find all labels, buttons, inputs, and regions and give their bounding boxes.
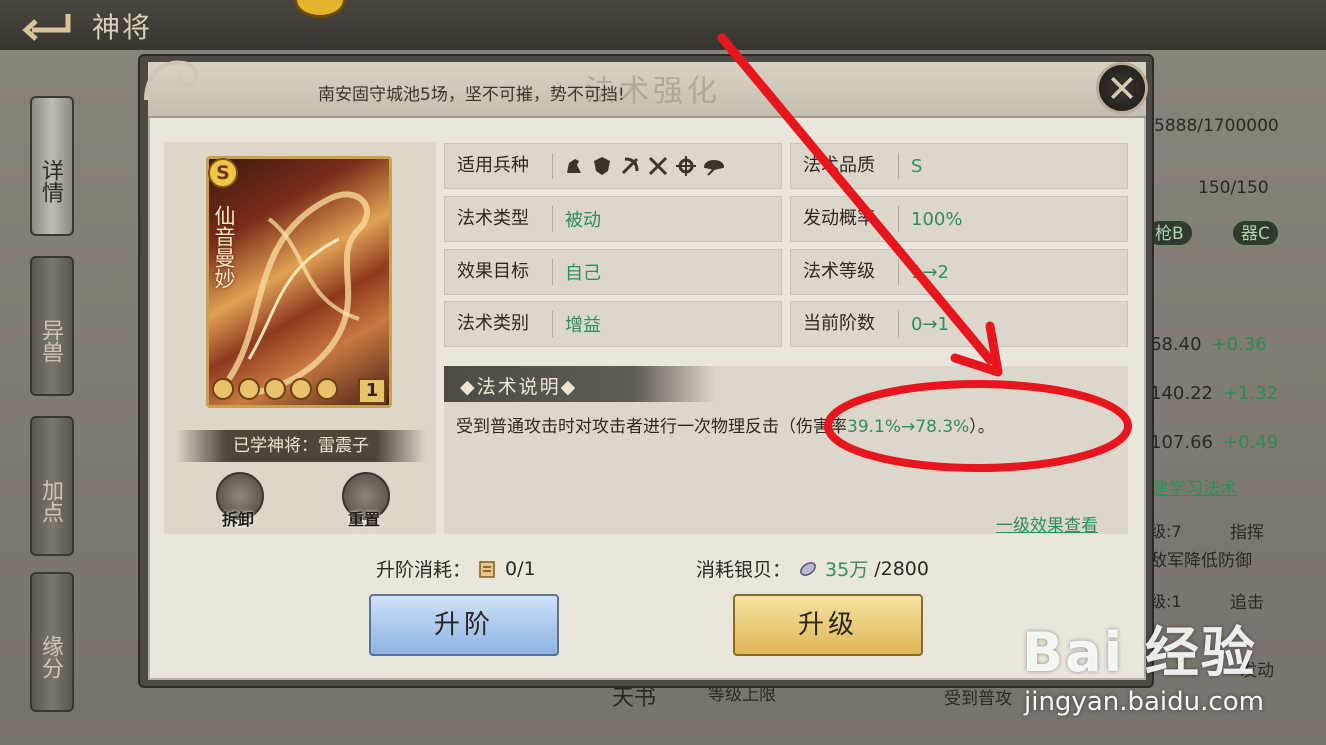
attr-trigger-rate: 发动概率 100% — [790, 196, 1128, 242]
stat-row: 140.22 +1.32 — [1150, 369, 1300, 418]
silver-shell-icon — [800, 561, 816, 576]
silver-cost-label: 消耗银贝： — [696, 559, 792, 581]
description-title-text: 法术说明 — [476, 376, 561, 398]
attr-label: 效果目标 — [445, 259, 553, 285]
stat-value: 140.22 — [1150, 383, 1213, 404]
screen-title: 神将 — [92, 11, 153, 44]
attr-value: 增益 — [565, 315, 601, 336]
description-title: ◆法术说明◆ — [460, 376, 578, 398]
description-suffix: ）。 — [969, 417, 995, 437]
tab-fate[interactable]: 缘分 — [30, 572, 74, 712]
advance-cost: 升阶消耗： 0/1 — [376, 555, 536, 582]
fan-icon — [703, 160, 725, 176]
shield-icon — [594, 157, 610, 175]
tab-beast[interactable]: 异兽 — [30, 256, 74, 396]
attr-value: S — [911, 155, 923, 177]
troop-icons — [553, 155, 725, 177]
attr-target: 效果目标 自己 — [444, 249, 782, 295]
attr-label: 法术类别 — [445, 311, 553, 337]
rank-star-icon — [316, 378, 338, 400]
rank-star-icon — [290, 378, 312, 400]
description-text: 受到普通攻击时对攻击者进行一次物理反击（伤害率39.1%→78.3%）。 — [456, 412, 1116, 437]
attr-quality: 法术品质 S — [790, 143, 1128, 189]
skill-note: 级:7 — [1150, 522, 1182, 541]
stat-delta: +1.32 — [1222, 383, 1279, 404]
stat-delta: +0.49 — [1222, 432, 1279, 453]
attr-troops: 适用兵种 — [444, 143, 782, 189]
dragon-ornament-icon — [144, 60, 199, 101]
attr-label: 法术类型 — [445, 206, 553, 232]
attr-label: 发动概率 — [791, 206, 899, 232]
advance-cost-value: 0/1 — [505, 557, 536, 580]
grade-badge: S — [208, 158, 238, 188]
learn-spell-link[interactable]: 建学习法术 — [1152, 474, 1237, 499]
back-arrow-icon[interactable] — [18, 8, 76, 42]
spell-name: 仙音曼妙 — [212, 205, 236, 289]
scroll-icon — [479, 560, 495, 578]
stat-row: 68.40 +0.36 — [1150, 320, 1300, 369]
baidu-watermark: Bai 经验 jingyan.baidu.com — [1022, 608, 1264, 717]
header-quote: 南安固守城池5场，坚不可摧，势不可挡! — [318, 85, 625, 105]
attr-type: 法术类型 被动 — [444, 196, 782, 242]
attr-label: 适用兵种 — [445, 153, 553, 179]
attr-category: 法术类别 增益 — [444, 301, 782, 347]
attr-current-rank: 当前阶数 0→1 — [790, 301, 1128, 347]
attr-spell-level: 法术等级 1→2 — [790, 249, 1128, 295]
skill-note: 敌军降低防御 — [1150, 551, 1252, 571]
description-prefix: 受到普通攻击时对攻击者进行一次物理反击（伤害率 — [456, 417, 847, 437]
top-bar — [0, 0, 1326, 50]
stat-delta: +0.36 — [1211, 334, 1267, 355]
stat-row: 107.66 +0.49 — [1150, 418, 1300, 467]
attr-label: 法术品质 — [791, 153, 899, 179]
exp-progress: 5888/1700000 — [1154, 116, 1279, 136]
crosshair-icon — [676, 156, 696, 176]
attr-label: 当前阶数 — [791, 311, 899, 337]
spear-icon — [648, 156, 668, 176]
skill-note: 指挥 — [1230, 523, 1264, 543]
weapon-chip-tool: 器C — [1232, 220, 1279, 246]
bow-icon — [621, 157, 639, 175]
attr-value: 0→1 — [911, 313, 949, 335]
close-icon[interactable] — [1096, 62, 1148, 114]
tab-details[interactable]: 详情 — [30, 96, 74, 236]
rank-star-icon — [212, 378, 234, 400]
weapon-chip-spear: 枪B — [1146, 220, 1193, 246]
card-level: 1 — [358, 378, 386, 404]
cavalry-icon — [567, 159, 581, 173]
silver-have: 35万 — [825, 559, 869, 581]
learned-by-label: 已学神将：雷震子 — [176, 430, 426, 462]
advance-button[interactable]: 升阶 — [369, 594, 559, 656]
watermark-main: Bai 经验 — [1022, 621, 1257, 684]
rank-stars — [212, 378, 338, 400]
damage-rate-value: 39.1%→78.3% — [847, 417, 970, 437]
bottom-text: 受到普攻 — [944, 689, 1012, 709]
attr-value: 1→2 — [911, 261, 949, 283]
troop-count: 150/150 — [1198, 178, 1269, 198]
stat-value: 68.40 — [1150, 334, 1202, 355]
upgrade-button[interactable]: 升级 — [733, 594, 923, 656]
stat-value: 107.66 — [1150, 432, 1213, 453]
attr-value: 被动 — [565, 210, 601, 231]
rank-star-icon — [238, 378, 260, 400]
rank-star-icon — [264, 378, 286, 400]
tab-points[interactable]: 加点 — [30, 416, 74, 556]
advance-cost-label: 升阶消耗： — [376, 559, 472, 581]
attr-value: 自己 — [565, 263, 601, 284]
watermark-url: jingyan.baidu.com — [1024, 687, 1264, 717]
dismantle-label: 拆卸 — [222, 510, 255, 529]
level1-effect-link[interactable]: 一级效果查看 — [996, 511, 1098, 536]
attr-label: 法术等级 — [791, 259, 899, 285]
silver-need: /2800 — [874, 557, 929, 580]
attr-value: 100% — [911, 208, 963, 230]
reset-label: 重置 — [348, 510, 381, 529]
silver-cost: 消耗银贝： 35万/2800 — [696, 555, 929, 582]
stat-table: 68.40 +0.36 140.22 +1.32 107.66 +0.49 — [1150, 320, 1300, 467]
